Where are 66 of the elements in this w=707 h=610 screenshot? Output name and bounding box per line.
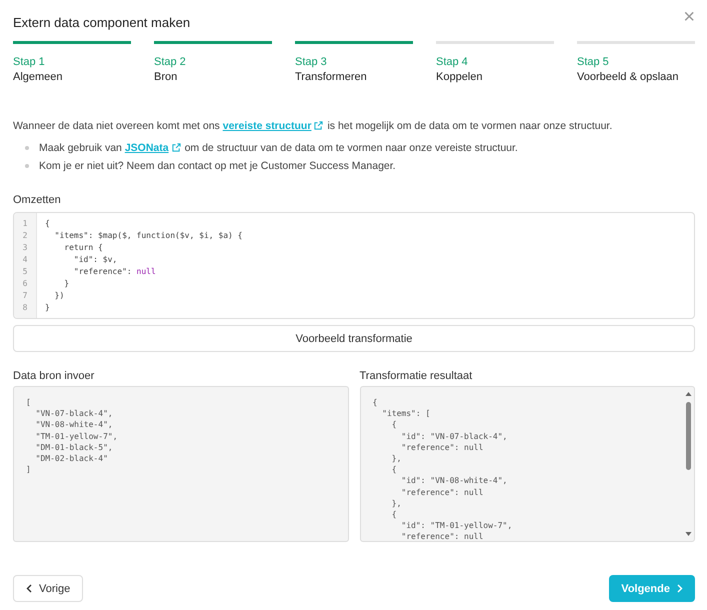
line-number: 8 <box>22 302 28 314</box>
code-line: "VN-07-black-4", <box>34 408 114 420</box>
bullet-icon <box>25 146 29 150</box>
source-label: Data bron invoer <box>13 370 96 382</box>
code-editor[interactable]: 1 2 3 4 5 6 7 8 { "items": $map($, function($v, $i, $a) { return { "id": $v, "reference": null } }) } <box>13 212 695 319</box>
line-number: 2 <box>22 230 28 242</box>
code-line: "id": $v, <box>72 254 118 266</box>
code-line: return { <box>63 242 104 254</box>
code-line: "reference": null <box>72 266 157 278</box>
code-line: "id": "VN-07-black-4", <box>400 430 508 442</box>
close-button[interactable]: × <box>683 7 695 27</box>
code-line: } <box>45 302 51 314</box>
line-number: 3 <box>22 242 28 254</box>
code-line: { <box>390 419 398 431</box>
code-line: "reference": null <box>400 486 484 498</box>
result-label: Transformatie resultaat <box>360 370 474 382</box>
external-link-icon <box>314 121 324 130</box>
code-line: "items": $map($, function($v, $i, $a) { <box>54 230 242 242</box>
line-number: 7 <box>22 290 28 302</box>
step-number: Stap 4 <box>436 56 469 68</box>
code-line: "reference": null <box>400 442 484 454</box>
step-label: Bron <box>154 71 178 83</box>
code-line: }) <box>54 290 66 302</box>
code-line: { <box>372 397 378 408</box>
code-line: { <box>45 218 51 230</box>
step-label: Algemeen <box>13 71 64 83</box>
editor-label: Omzetten <box>13 194 61 206</box>
line-number: 1 <box>22 218 28 230</box>
code-line: [ <box>26 397 32 408</box>
intro-text: Wanneer de data niet overeen komt met ons vereiste structuur is het mogelijk om de data om te vormen naar onze structuur. <box>13 120 614 132</box>
bullet-icon <box>25 164 29 168</box>
code-line: "TM-01-yellow-7", <box>34 430 119 442</box>
code-line: ] <box>26 464 32 476</box>
code-line: "DM-01-black-5", <box>34 442 114 454</box>
bullet-text: Maak gebruik van JSONata om de structuur van de data om te vormen naar onze vereiste structuur. <box>39 142 518 154</box>
code-line: } <box>63 278 70 290</box>
code-line: "DM-02-black-4" <box>34 453 109 464</box>
external-link-icon <box>172 143 181 152</box>
line-number: 4 <box>22 254 28 266</box>
step-number: Stap 1 <box>13 56 46 68</box>
code-line: }, <box>390 498 402 510</box>
code-line: "reference": null <box>400 531 484 541</box>
code-line: { <box>390 464 398 476</box>
step-label: Voorbeeld & opslaan <box>577 71 680 83</box>
code-line: { <box>390 509 398 520</box>
code-line: "id": "VN-08-white-4", <box>400 475 508 487</box>
chevron-right-icon <box>677 584 683 593</box>
dialog-title: Extern data component maken <box>13 14 190 30</box>
jsonata-link[interactable]: JSONata <box>124 142 169 154</box>
next-button[interactable]: Volgende <box>609 575 695 602</box>
line-number: 6 <box>22 278 28 290</box>
step-number: Stap 3 <box>295 56 328 68</box>
step-number: Stap 2 <box>154 56 187 68</box>
chevron-left-icon <box>26 584 32 593</box>
code-line: "VN-08-white-4", <box>34 419 114 431</box>
step-number: Stap 5 <box>577 56 610 68</box>
step-label: Transformeren <box>295 71 368 83</box>
step-label: Koppelen <box>436 71 484 83</box>
structure-link[interactable]: vereiste structuur <box>222 120 312 132</box>
code-line: "id": "TM-01-yellow-7", <box>400 520 514 532</box>
line-number: 5 <box>22 266 28 278</box>
bullet-text: Kom je er niet uit? Neem dan contact op met je Customer Success Manager. <box>39 160 396 172</box>
code-line: }, <box>390 453 402 464</box>
back-button[interactable]: Vorige <box>13 575 84 602</box>
code-line: "items": [ <box>381 408 432 420</box>
preview-transformation-button[interactable]: Voorbeeld transformatie <box>13 325 695 352</box>
